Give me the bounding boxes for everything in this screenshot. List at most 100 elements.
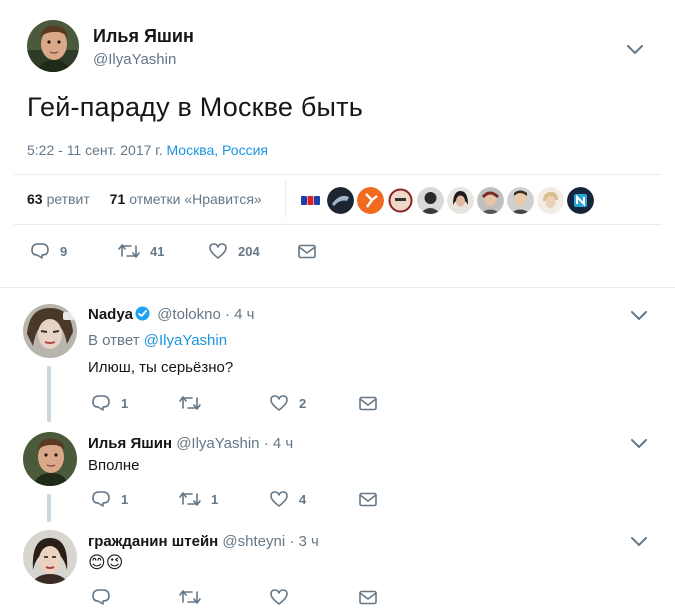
liker-avatar[interactable] [327,187,354,214]
retweet-button[interactable] [179,395,269,411]
thread-line [47,494,51,522]
reply-time[interactable]: 3 ч [299,533,319,550]
in-reply-to-handle[interactable]: @IlyaYashin [144,332,227,349]
reply-actions [91,588,377,606]
envelope-icon [359,492,377,506]
separator-dot: · [259,435,273,452]
heart-icon [209,243,227,259]
reply-button[interactable] [91,588,179,606]
reply-author-name[interactable]: Nadya [88,306,133,323]
dm-button[interactable] [359,492,377,507]
reply-menu-chevron-icon[interactable] [630,536,648,548]
reply-button[interactable]: 1 [91,490,179,508]
retweets-count: 63 [27,191,43,207]
reply-actions: 1 1 4 [91,490,377,508]
stats-separator [285,180,286,218]
reply-text: 😊😉 [88,553,124,573]
reply-header: Nadya @tolokno · 4 ч [88,306,254,323]
retweet-icon [118,244,140,258]
tweet-actions: 9 41 204 [30,242,316,260]
dm-button[interactable] [359,396,377,411]
tweet-timestamp[interactable]: 5:22 - 11 сент. 2017 г. [27,142,163,158]
like-count: 2 [299,395,307,411]
liker-avatar[interactable] [447,187,474,214]
liker-avatar[interactable] [357,187,384,214]
reply-menu-chevron-icon[interactable] [630,310,648,322]
like-count: 4 [299,491,307,507]
dm-button[interactable] [298,244,316,259]
reply-avatar[interactable] [23,304,77,358]
reply-text: Вполне [88,457,140,474]
heart-icon [270,491,288,507]
reply-actions: 1 2 [91,394,377,412]
in-reply-to: В ответ @IlyaYashin [88,332,227,349]
heart-icon [270,589,288,605]
retweet-icon [179,590,201,604]
reply-button[interactable]: 9 [30,242,118,260]
reply-count: 1 [121,395,129,411]
reply-icon [31,243,49,259]
reply-avatar[interactable] [23,530,77,584]
likes-stat[interactable]: 71 отметки «Нравится» [110,191,262,207]
retweet-button[interactable] [179,589,269,605]
dm-button[interactable] [359,590,377,605]
retweets-stat[interactable]: 63 ретвит [27,191,90,207]
reply-author-handle[interactable]: @shteyni [222,533,285,550]
reply-author-name[interactable]: гражданин штейн [88,533,218,550]
retweet-count: 41 [150,243,165,259]
tweet-stats: 63 ретвит 71 отметки «Нравится» [27,191,262,207]
tweet-meta: 5:22 - 11 сент. 2017 г. Москва, Россия [27,142,268,158]
reply-button[interactable]: 1 [91,394,179,412]
reply-author-name[interactable]: Илья Яшин [88,435,172,452]
like-button[interactable]: 2 [269,394,359,412]
retweet-icon [179,492,201,506]
author-avatar[interactable] [27,20,79,72]
likes-label: отметки «Нравится» [129,191,262,207]
separator-dot: · [220,306,235,323]
reply-count: 1 [121,491,129,507]
like-button[interactable]: 4 [269,490,359,508]
reply-avatar[interactable] [23,432,77,486]
liker-avatar[interactable] [567,187,594,214]
reply-count: 9 [60,243,68,259]
envelope-icon [298,244,316,258]
retweet-count: 1 [211,491,219,507]
liker-avatar[interactable] [297,187,324,214]
like-button[interactable] [269,588,359,606]
reply-icon [92,395,110,411]
envelope-icon [359,590,377,604]
retweets-label: ретвит [46,191,90,207]
divider [0,287,675,288]
reply-icon [92,589,110,605]
author-name[interactable]: Илья Яшин [93,26,194,47]
liker-avatar[interactable] [537,187,564,214]
retweet-button[interactable]: 1 [179,491,269,507]
reply-time[interactable]: 4 ч [234,306,254,323]
retweet-icon [179,396,201,410]
reply-author-handle[interactable]: @IlyaYashin [176,435,259,452]
retweet-button[interactable]: 41 [118,243,208,259]
heart-icon [270,395,288,411]
thread-line [47,366,51,422]
likes-count: 71 [109,191,126,207]
likers-avatars [297,187,594,214]
tweet-menu-chevron-icon[interactable] [626,44,644,56]
reply-menu-chevron-icon[interactable] [630,438,648,450]
liker-avatar[interactable] [387,187,414,214]
tweet-text: Гей-параду в Москве быть [27,92,363,122]
liker-avatar[interactable] [507,187,534,214]
envelope-icon [359,396,377,410]
reply-text: Илюш, ты серьёзно? [88,359,234,376]
liker-avatar[interactable] [477,187,504,214]
like-count: 204 [238,243,260,259]
reply-icon [92,491,110,507]
reply-time[interactable]: 4 ч [273,435,293,452]
verified-badge-icon [135,306,150,321]
in-reply-prefix: В ответ [88,332,140,349]
like-button[interactable]: 204 [208,242,298,260]
reply-author-handle[interactable]: @tolokno [157,306,221,323]
author-handle[interactable]: @IlyaYashin [93,51,176,68]
tweet-location[interactable]: Москва, Россия [166,142,268,158]
divider [14,174,662,175]
liker-avatar[interactable] [417,187,444,214]
